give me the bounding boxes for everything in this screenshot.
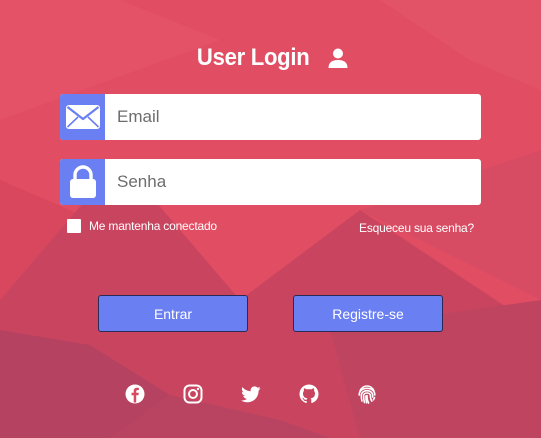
password-input[interactable] (105, 159, 481, 205)
remember-me[interactable]: Me mantenha conectado (67, 219, 217, 233)
envelope-icon (60, 94, 105, 140)
page-title: User Login (197, 44, 310, 71)
login-header: User Login (0, 44, 541, 72)
register-button[interactable]: Registre-se (293, 295, 443, 332)
password-field (60, 159, 481, 205)
instagram-icon[interactable] (182, 383, 204, 405)
login-page: User Login Me mantenha co (0, 0, 541, 438)
fingerprint-icon[interactable] (356, 383, 378, 405)
login-button[interactable]: Entrar (98, 295, 248, 332)
email-input[interactable] (105, 94, 481, 140)
remember-checkbox[interactable] (67, 219, 81, 233)
facebook-icon[interactable] (124, 383, 146, 405)
remember-label: Me mantenha conectado (89, 219, 217, 233)
user-icon (327, 47, 349, 69)
email-field (60, 94, 481, 140)
twitter-icon[interactable] (240, 383, 262, 405)
forgot-password-link[interactable]: Esqueceu sua senha? (359, 221, 474, 235)
social-links (0, 383, 541, 405)
github-icon[interactable] (298, 383, 320, 405)
lock-icon (60, 159, 105, 205)
